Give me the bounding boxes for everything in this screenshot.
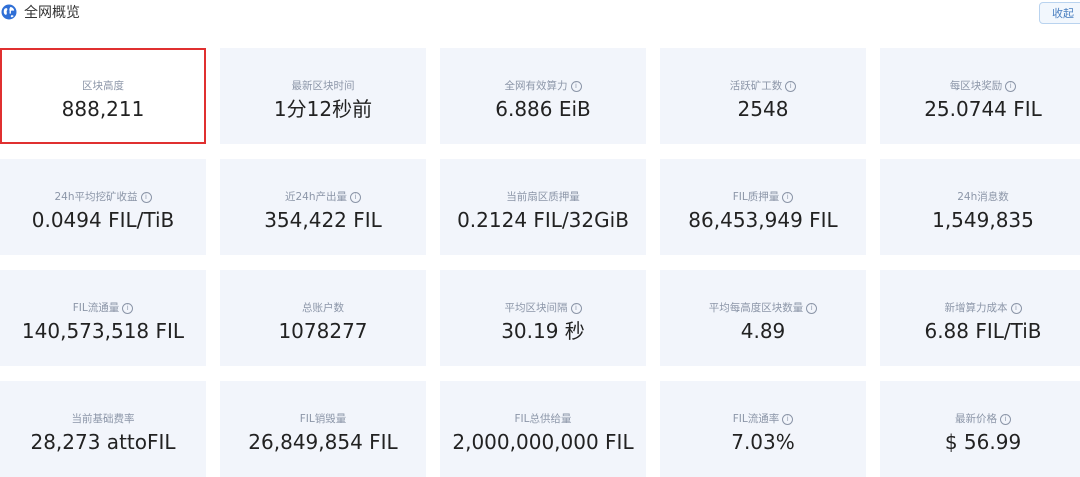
stat-value: $ 56.99 [944, 430, 1022, 454]
stat-label-text: 最新区块时间 [291, 80, 355, 92]
stat-value: 28,273 attoFIL [30, 430, 176, 454]
stat-card-fil-burned[interactable]: FIL销毁量 26,849,854 FIL [220, 381, 426, 477]
stat-label: 区块高度 [2, 79, 204, 93]
stat-value: 2548 [737, 97, 789, 121]
stat-label-text: 24h平均挖矿收益 [54, 191, 138, 203]
stat-card-latest-price[interactable]: 最新价格 i $ 56.99 [880, 381, 1080, 477]
stat-label: 总账户数 [220, 301, 426, 315]
stat-card-block-height[interactable]: 区块高度 888,211 [0, 48, 206, 144]
info-icon[interactable]: i [1005, 81, 1017, 92]
stat-card-avg-mining-yield-24h[interactable]: 24h平均挖矿收益 i 0.0494 FIL/TiB [0, 159, 206, 255]
stat-card-messages-24h[interactable]: 24h消息数 1,549,835 [880, 159, 1080, 255]
stat-label-text: 区块高度 [82, 80, 124, 92]
stat-label: 最新区块时间 [220, 79, 426, 93]
stat-card-active-miners[interactable]: 活跃矿工数 i 2548 [660, 48, 866, 144]
stat-label: FIL总供给量 [440, 412, 646, 426]
info-icon[interactable]: i [570, 303, 582, 314]
info-icon[interactable]: i [1000, 414, 1011, 425]
stat-value: 6.886 EiB [495, 97, 591, 121]
stat-value: 1分12秒前 [273, 97, 373, 121]
stat-label-text: 新增算力成本 [944, 302, 1008, 314]
stat-label: 每区块奖励 i [880, 79, 1080, 93]
stat-value: 7.03% [731, 430, 795, 454]
section-header: 全网概览 收起 [0, 0, 1080, 30]
stat-card-latest-block-time[interactable]: 最新区块时间 1分12秒前 [220, 48, 426, 144]
stat-label-text: 总账户数 [302, 302, 344, 314]
stat-card-block-reward[interactable]: 每区块奖励 i 25.0744 FIL [880, 48, 1080, 144]
stat-card-fil-total-supply[interactable]: FIL总供给量 2,000,000,000 FIL [440, 381, 646, 477]
stat-card-avg-blocks-per-height[interactable]: 平均每高度区块数量 i 4.89 [660, 270, 866, 366]
stat-label: FIL流通率 i [660, 412, 866, 426]
stat-value: 140,573,518 FIL [21, 319, 185, 343]
stat-value: 4.89 [740, 319, 786, 343]
stat-card-fil-circulation-rate[interactable]: FIL流通率 i 7.03% [660, 381, 866, 477]
info-icon[interactable]: i [350, 192, 361, 203]
stat-label: FIL销毁量 [220, 412, 426, 426]
stat-label: 活跃矿工数 i [660, 79, 866, 93]
stat-label-text: FIL流通率 [732, 413, 780, 425]
stat-value: 1078277 [278, 319, 368, 343]
stat-label-text: 活跃矿工数 [729, 80, 783, 92]
stat-label-text: 全网有效算力 [504, 80, 568, 92]
info-icon[interactable]: i [122, 303, 134, 314]
stat-value: 0.0494 FIL/TiB [31, 208, 175, 232]
stat-label: 24h消息数 [880, 190, 1080, 204]
stat-value: 30.19 秒 [501, 319, 585, 343]
stat-card-power-cost[interactable]: 新增算力成本 i 6.88 FIL/TiB [880, 270, 1080, 366]
stat-value: 1,549,835 [932, 208, 1034, 232]
stat-label: FIL质押量 i [660, 190, 866, 204]
stat-label: 全网有效算力 i [440, 79, 646, 93]
stat-label: FIL流通量 i [0, 301, 206, 315]
stat-label-text: 平均每高度区块数量 [708, 302, 804, 314]
stat-label-text: 每区块奖励 [949, 80, 1003, 92]
stat-card-sector-pledge[interactable]: 当前扇区质押量 0.2124 FIL/32GiB [440, 159, 646, 255]
info-icon[interactable]: i [140, 192, 152, 203]
stat-label-text: 24h消息数 [957, 191, 1009, 203]
stat-value: 0.2124 FIL/32GiB [457, 208, 629, 232]
stat-label-text: FIL流通量 [72, 302, 120, 314]
stat-card-avg-block-interval[interactable]: 平均区块间隔 i 30.19 秒 [440, 270, 646, 366]
info-icon[interactable]: i [782, 414, 794, 425]
stat-card-fil-circulating[interactable]: FIL流通量 i 140,573,518 FIL [0, 270, 206, 366]
stat-label-text: 当前基础费率 [71, 413, 135, 425]
stat-value: 6.88 FIL/TiB [924, 319, 1042, 343]
info-icon[interactable]: i [806, 303, 818, 314]
stat-label: 最新价格 i [880, 412, 1080, 426]
stat-value: 888,211 [61, 97, 145, 121]
stat-value: 354,422 FIL [264, 208, 382, 232]
stat-label: 平均每高度区块数量 i [660, 301, 866, 315]
stat-card-network-power[interactable]: 全网有效算力 i 6.886 EiB [440, 48, 646, 144]
stat-label-text: FIL质押量 [732, 191, 780, 203]
info-icon[interactable]: i [782, 192, 794, 203]
stat-label: 24h平均挖矿收益 i [0, 190, 206, 204]
stat-card-base-fee[interactable]: 当前基础费率 28,273 attoFIL [0, 381, 206, 477]
stat-label-text: 近24h产出量 [284, 191, 347, 203]
globe-icon [1, 4, 17, 20]
info-icon[interactable]: i [785, 81, 797, 92]
stat-label-text: 最新价格 [955, 413, 997, 425]
stat-label: 平均区块间隔 i [440, 301, 646, 315]
stat-label-text: 平均区块间隔 [504, 302, 568, 314]
stat-card-total-accounts[interactable]: 总账户数 1078277 [220, 270, 426, 366]
stat-label-text: FIL销毁量 [299, 413, 347, 425]
stat-label-text: 当前扇区质押量 [506, 191, 580, 203]
collapse-button[interactable]: 收起 [1039, 2, 1080, 24]
stat-value: 2,000,000,000 FIL [452, 430, 634, 454]
stat-label: 近24h产出量 i [220, 190, 426, 204]
stat-label: 当前基础费率 [0, 412, 206, 426]
stat-value: 26,849,854 FIL [248, 430, 398, 454]
stat-label-text: FIL总供给量 [514, 413, 572, 425]
stat-card-output-24h[interactable]: 近24h产出量 i 354,422 FIL [220, 159, 426, 255]
stat-value: 86,453,949 FIL [688, 208, 838, 232]
stat-label: 新增算力成本 i [880, 301, 1080, 315]
info-icon[interactable]: i [570, 81, 582, 92]
stat-card-fil-pledged[interactable]: FIL质押量 i 86,453,949 FIL [660, 159, 866, 255]
page-title: 全网概览 [24, 5, 80, 21]
stat-label: 当前扇区质押量 [440, 190, 646, 204]
info-icon[interactable]: i [1010, 303, 1022, 314]
stat-value: 25.0744 FIL [924, 97, 1042, 121]
